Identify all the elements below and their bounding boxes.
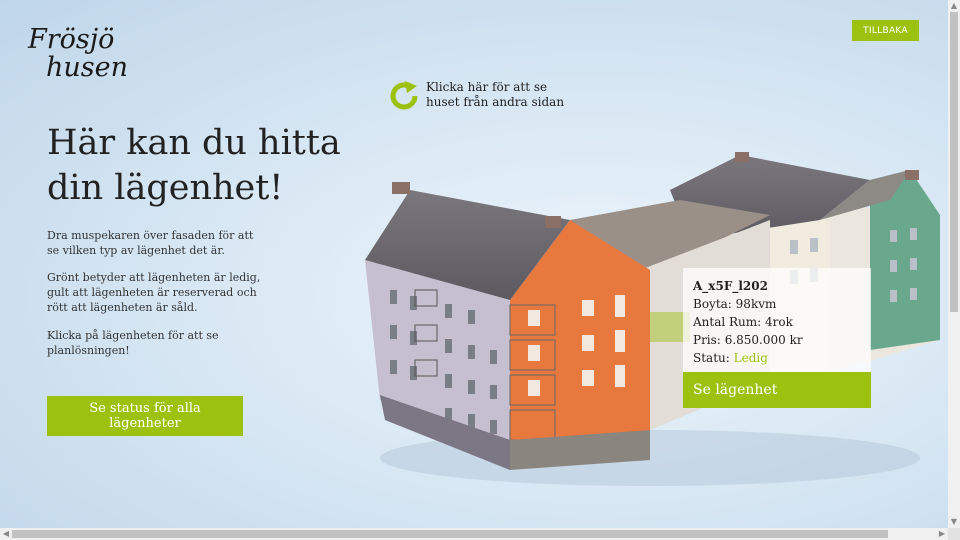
logo-line2: husen <box>46 52 128 83</box>
apartment-area-label: Boyta: <box>693 297 732 311</box>
apartment-area-value: 98kvm <box>735 297 777 311</box>
page-heading: Här kan du hitta din lägenhet! <box>47 123 341 208</box>
rotate-view-text: Klicka här för att se huset från andra s… <box>426 80 565 109</box>
scroll-up-icon[interactable]: ▲ <box>948 0 960 12</box>
apartment-rooms-value: 4rok <box>765 315 793 329</box>
scroll-left-icon[interactable]: ◀ <box>0 528 12 540</box>
scrollbar-corner <box>948 528 960 540</box>
show-all-status-button[interactable]: Se status för alla lägenheter <box>47 396 243 436</box>
rotate-view-link[interactable]: Klicka här för att se huset från andra s… <box>388 80 576 112</box>
vertical-scroll-thumb[interactable] <box>950 12 958 312</box>
horizontal-scroll-thumb[interactable] <box>12 530 888 538</box>
apartment-id: A_x5F_l202 <box>693 279 768 293</box>
apartment-rooms-label: Antal Rum: <box>693 315 762 329</box>
apartment-price-row: Pris: 6.850.000 kr <box>693 331 861 349</box>
scroll-down-icon[interactable]: ▼ <box>948 516 960 528</box>
vertical-scrollbar[interactable]: ▲ ▼ <box>948 0 960 528</box>
instruction-hover: Dra muspekaren över fasaden för att se v… <box>47 229 254 257</box>
apartment-rooms-row: Antal Rum: 4rok <box>693 313 861 331</box>
apartment-status-value: Ledig <box>733 351 768 365</box>
apartment-status-row: Statu: Ledig <box>693 349 861 367</box>
back-button[interactable]: TILLBAKA <box>852 20 919 41</box>
apartment-status-label: Statu: <box>693 351 730 365</box>
see-apartment-button[interactable]: Se lägenhet <box>683 372 871 408</box>
apartment-price-value: 6.850.000 kr <box>724 333 803 347</box>
apartment-price-label: Pris: <box>693 333 721 347</box>
apartment-info-card: A_x5F_l202 Boyta: 98kvm Antal Rum: 4rok … <box>683 268 871 408</box>
instruction-click: Klicka på lägenheten för att se planlösn… <box>47 329 219 357</box>
logo-line1: Frösjö <box>27 24 114 55</box>
rotate-arrow-icon <box>390 81 418 110</box>
frosjohusen-logo[interactable]: Frösjö husen <box>26 20 144 86</box>
scroll-right-icon[interactable]: ▶ <box>936 528 948 540</box>
apartment-area-row: Boyta: 98kvm <box>693 295 861 313</box>
horizontal-scrollbar[interactable]: ◀ ▶ <box>0 528 948 540</box>
instruction-colors: Grönt betyder att lägenheten är ledig, g… <box>47 271 261 314</box>
